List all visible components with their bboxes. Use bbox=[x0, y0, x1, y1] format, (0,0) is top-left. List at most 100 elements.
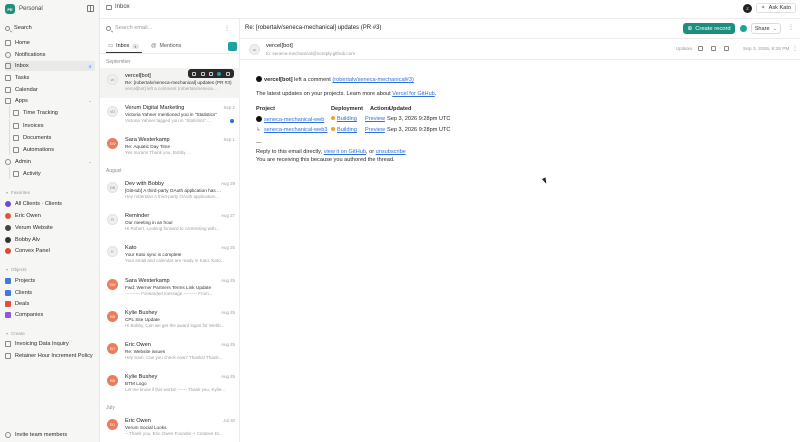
favorite-item[interactable]: Verum Website bbox=[5, 223, 95, 233]
object-item-companies[interactable]: Companies bbox=[5, 310, 95, 320]
snooze-icon[interactable] bbox=[200, 71, 205, 76]
reason-line: You are receiving this because you autho… bbox=[256, 157, 395, 163]
sidebar-item-label: Notifications bbox=[15, 52, 46, 58]
collapse-sidebar-icon[interactable] bbox=[87, 5, 94, 12]
invite-team-button[interactable]: Invite team members bbox=[5, 430, 95, 440]
sidebar-item-automations[interactable]: Automations bbox=[5, 143, 95, 155]
sidebar-item-apps[interactable]: Apps ⌄ bbox=[5, 96, 95, 106]
create-section-header[interactable]: ▾ Create bbox=[6, 331, 25, 336]
list-item[interactable]: R Reminder Aug 27 Our meeting in an hour… bbox=[100, 208, 240, 238]
preview-link[interactable]: Preview bbox=[365, 116, 385, 122]
objects-section-header[interactable]: ▾ Objects bbox=[6, 267, 27, 272]
mouse-cursor bbox=[541, 177, 549, 185]
tab-mentions[interactable]: @ Mentions bbox=[151, 43, 181, 49]
more-icon[interactable] bbox=[225, 71, 230, 76]
sidebar-item-admin[interactable]: Admin ⌄ bbox=[5, 157, 95, 167]
tab-inbox[interactable]: ▭ Inbox 4 bbox=[108, 43, 139, 49]
branch-icon: ↳ bbox=[256, 127, 261, 133]
unsubscribe-link[interactable]: unsubscribe bbox=[376, 149, 406, 155]
col-deployment: Deployment bbox=[331, 106, 364, 112]
updated-time: Sep 3, 2026 9:28pm UTC bbox=[387, 116, 451, 122]
status-link[interactable]: Building bbox=[337, 116, 357, 122]
invoice-icon bbox=[13, 123, 19, 129]
inbox-count-badge: 4 bbox=[86, 63, 93, 69]
favorite-label: Bobby Alv bbox=[15, 237, 40, 243]
message-tools: Updates bbox=[676, 46, 737, 51]
sender: vercel[bot] bbox=[125, 73, 151, 79]
list-item[interactable]: KB Kylie Bushey Aug 25 BTM Logo Let me k… bbox=[100, 369, 240, 399]
favorites-section-header[interactable]: ▾ Favorites bbox=[6, 190, 30, 195]
favorite-item[interactable]: Eric Owen bbox=[5, 211, 95, 221]
avatar: VD bbox=[107, 106, 118, 117]
more-icon[interactable]: ⋮ bbox=[792, 45, 798, 52]
more-icon[interactable]: ⋮ bbox=[788, 24, 794, 31]
preview: Hey robertalv! A third-party OAuth appli… bbox=[125, 194, 219, 199]
apps-grid-icon bbox=[5, 98, 11, 104]
list-item[interactable]: EO Eric Owen Jul 30 Verum Social Looks -… bbox=[100, 413, 240, 442]
chevron-down-icon: ▾ bbox=[6, 331, 9, 336]
object-item-clients[interactable]: Clients bbox=[5, 288, 95, 298]
list-item[interactable]: EO Eric Owen Aug 25 Re: Website issues H… bbox=[100, 337, 240, 367]
create-item[interactable]: Retainer Hour Increment Policy bbox=[5, 351, 95, 361]
workspace-switcher[interactable]: PE Personal bbox=[5, 4, 43, 14]
sidebar-item-documents[interactable]: Documents bbox=[5, 131, 95, 143]
done-icon[interactable] bbox=[217, 71, 222, 76]
label-icon[interactable] bbox=[208, 71, 213, 76]
pr-link[interactable]: (robertalv/seneca-mechanical#3) bbox=[332, 77, 413, 83]
project-link[interactable]: seneca-mechanical-web bbox=[264, 117, 324, 123]
check-circle-icon[interactable] bbox=[740, 25, 747, 32]
sidebar-item-time-tracking[interactable]: Time Tracking bbox=[5, 106, 95, 118]
create-record-button[interactable]: ⊕ Create record bbox=[683, 23, 735, 34]
clock-icon bbox=[13, 110, 19, 116]
object-item-deals[interactable]: Deals bbox=[5, 299, 95, 309]
list-item[interactable]: vc vercel[bot] Re: [robertalv/seneca-mec… bbox=[100, 68, 240, 98]
move-icon[interactable] bbox=[711, 46, 717, 51]
archive-icon[interactable] bbox=[698, 46, 704, 51]
object-item-projects[interactable]: Projects bbox=[5, 276, 95, 286]
sidebar-item-tasks[interactable]: Tasks bbox=[5, 73, 95, 83]
date: Sep 2 bbox=[223, 105, 235, 110]
status-link[interactable]: Building bbox=[337, 127, 357, 133]
share-button[interactable]: Share ⌄ bbox=[751, 23, 781, 34]
sidebar-item-inbox[interactable]: Inbox 4 bbox=[5, 61, 95, 71]
list-item[interactable]: SW Sara Westerkamp Aug 25 Fwd: Werner Pa… bbox=[100, 273, 240, 303]
project-link[interactable]: seneca-mechanical-web3 bbox=[264, 127, 327, 133]
sidebar-item-notifications[interactable]: Notifications bbox=[5, 50, 95, 60]
list-item[interactable]: K Kato Aug 25 Your Kato sync is complete… bbox=[100, 240, 240, 270]
chevron-down-icon: ▾ bbox=[6, 267, 9, 272]
sidebar-item-label: Automations bbox=[23, 147, 55, 153]
email-search-input[interactable]: Search email... bbox=[115, 25, 152, 31]
favorites-title: Favorites bbox=[11, 190, 30, 195]
object-label: Clients bbox=[15, 290, 33, 296]
more-icon[interactable]: ⋮ bbox=[224, 25, 230, 32]
sender: Dev with Bobby bbox=[125, 181, 164, 187]
user-avatar[interactable]: Z bbox=[742, 3, 752, 13]
favorite-item[interactable]: Convex Panel bbox=[5, 246, 95, 256]
sidebar-item-label: Apps bbox=[15, 98, 28, 104]
avatar: K bbox=[107, 246, 118, 257]
group-label: August bbox=[106, 168, 122, 174]
sidebar-item-invoices[interactable]: Invoices bbox=[5, 119, 95, 131]
sidebar-item-activity[interactable]: Activity bbox=[5, 167, 95, 179]
view-on-github-link[interactable]: view it on GitHub bbox=[324, 149, 366, 155]
sender: Reminder bbox=[125, 213, 150, 219]
list-item[interactable]: KB Kylie Bushey Aug 25 CPL Site Update H… bbox=[100, 305, 240, 335]
list-item[interactable]: VD Verum Digital Marketing Sep 2 Victori… bbox=[100, 100, 240, 130]
sidebar-item-calendar[interactable]: Calendar bbox=[5, 85, 95, 95]
compose-button[interactable] bbox=[228, 42, 237, 51]
preview-link[interactable]: Preview bbox=[365, 127, 385, 133]
create-item[interactable]: Invoicing Data Inquiry bbox=[5, 339, 95, 349]
list-item[interactable]: SW Sara Westerkamp Sep 1 Re: Aquatic Day… bbox=[100, 132, 240, 162]
vercel-link[interactable]: Vercel for GitHub bbox=[392, 91, 435, 97]
ask-kato-button[interactable]: ✦ Ask Kato bbox=[755, 3, 796, 13]
sidebar-search[interactable]: Search bbox=[5, 23, 95, 33]
favorite-item[interactable]: Bobby Alv bbox=[5, 235, 95, 245]
email-search[interactable]: Search email... ⋮ bbox=[106, 25, 234, 32]
list-item[interactable]: DB Dev with Bobby Aug 29 [GitHub] A thir… bbox=[100, 176, 240, 206]
favorite-item[interactable]: All Clients · Clients bbox=[5, 199, 95, 209]
sidebar-item-label: Invoices bbox=[23, 123, 44, 129]
updated-time: Sep 3, 2026 9:28pm UTC bbox=[387, 127, 451, 133]
archive-icon[interactable] bbox=[192, 71, 197, 76]
sidebar-item-home[interactable]: Home bbox=[5, 38, 95, 48]
reply-icon[interactable] bbox=[724, 46, 730, 51]
